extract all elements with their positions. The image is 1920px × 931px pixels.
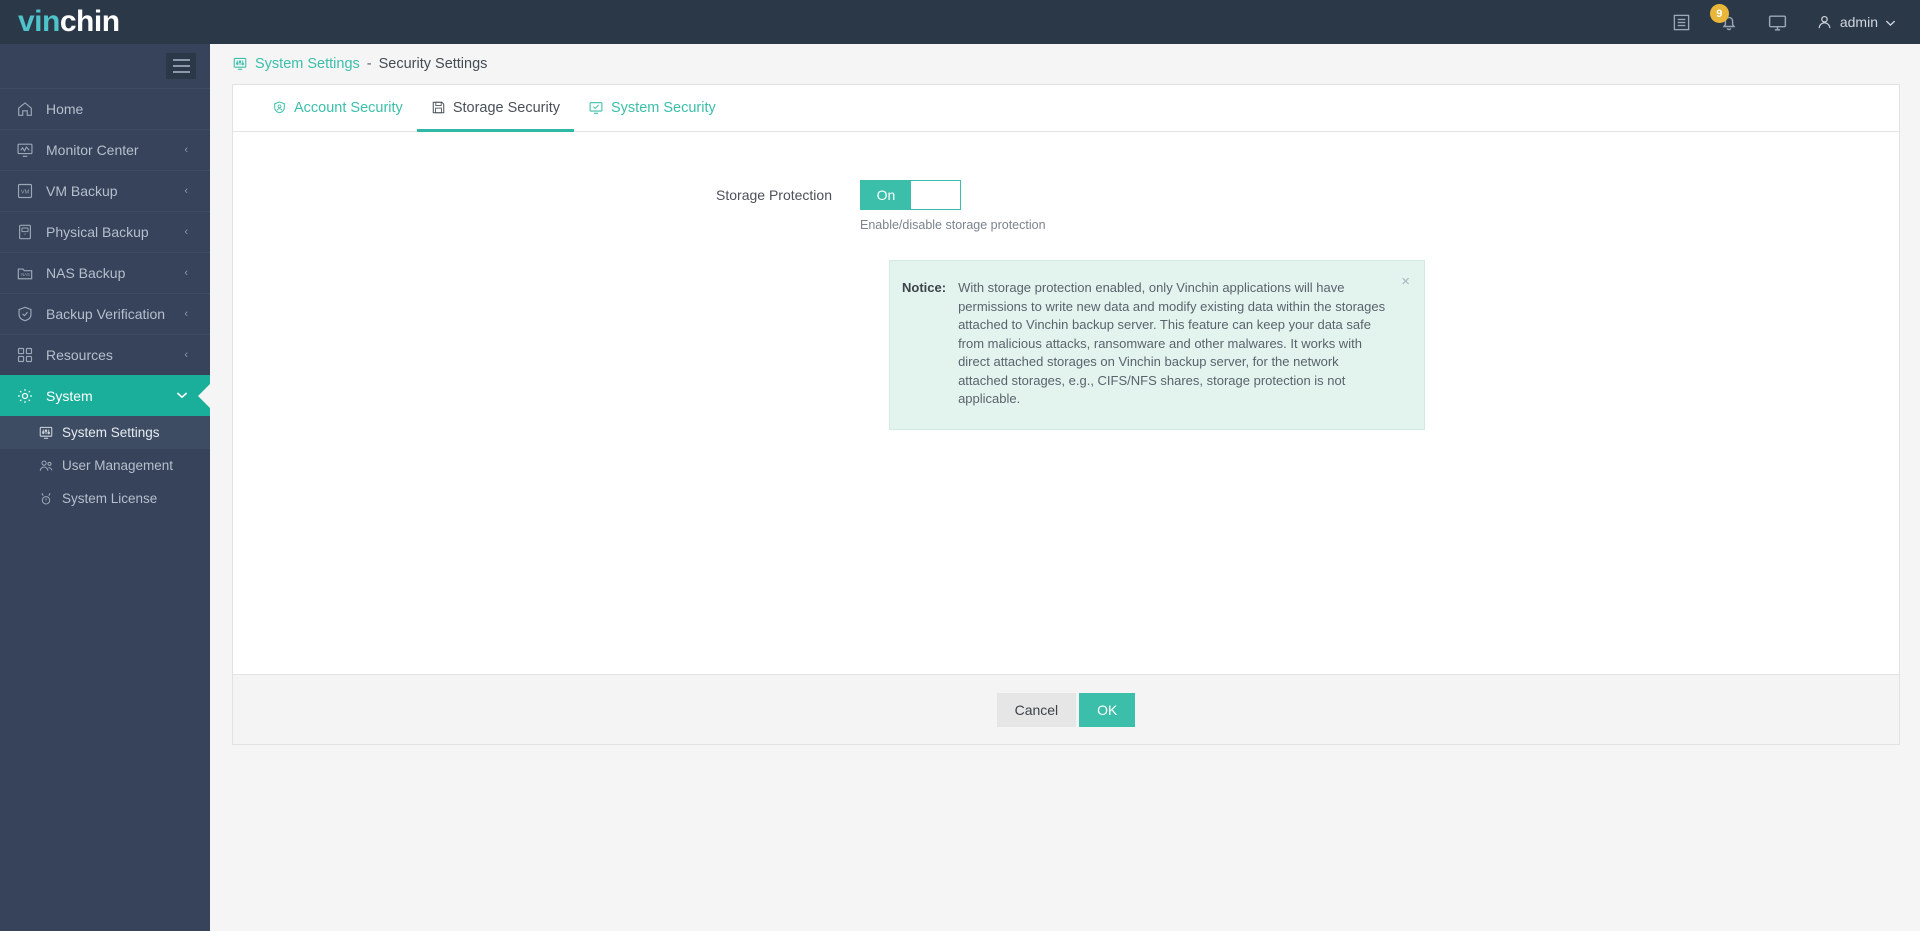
logo-text-primary: vin (18, 5, 60, 38)
tabs-bar: Account Security Storage Security System… (233, 85, 1899, 132)
svg-text:NAS: NAS (21, 272, 30, 277)
notice-box: Notice: With storage protection enabled,… (889, 260, 1425, 430)
chevron-left-icon: ‹ (184, 348, 188, 361)
sidebar-item-user-management[interactable]: User Management (0, 449, 210, 482)
chevron-left-icon: ‹ (184, 225, 188, 238)
sidebar-item-nas-backup[interactable]: NAS NAS Backup ‹ (0, 252, 210, 293)
sidebar-item-physical-backup[interactable]: Physical Backup ‹ (0, 211, 210, 252)
svg-text:VM: VM (21, 190, 30, 196)
settings-panel: Account Security Storage Security System… (232, 84, 1900, 745)
chevron-left-icon: ‹ (184, 184, 188, 197)
breadcrumb: System Settings - Security Settings (210, 44, 1920, 84)
tab-system-security[interactable]: System Security (574, 86, 730, 132)
server-icon (16, 223, 40, 241)
tab-label: System Security (611, 99, 716, 116)
nas-icon: NAS (16, 264, 40, 282)
bell-icon[interactable]: 9 (1709, 4, 1739, 32)
header-actions: 9 admin (1672, 0, 1920, 44)
main-content: System Settings - Security Settings Acco… (210, 44, 1920, 931)
sidebar: Home Monitor Center ‹ VM VM Backup ‹ Phy… (0, 0, 210, 931)
sidebar-item-label: Resources (46, 347, 113, 363)
chevron-down-icon (176, 391, 188, 402)
user-menu[interactable]: admin (1816, 14, 1896, 31)
storage-protection-toggle[interactable]: On (860, 180, 961, 210)
user-avatar-icon (1816, 14, 1833, 31)
monitor-chart-icon (16, 141, 40, 159)
sidebar-item-label: System (46, 388, 93, 404)
tab-label: Account Security (294, 99, 403, 116)
storage-protection-row: Storage Protection On Enable/disable sto… (233, 180, 1899, 232)
sidebar-subitem-label: System License (62, 491, 158, 506)
chevron-left-icon: ‹ (184, 143, 188, 156)
monitor-check-icon (588, 100, 604, 116)
sidebar-item-label: VM Backup (46, 183, 118, 199)
sidebar-item-resources[interactable]: Resources ‹ (0, 334, 210, 375)
breadcrumb-parent[interactable]: System Settings (255, 56, 360, 72)
storage-protection-toggle-wrap: On Enable/disable storage protection (860, 180, 1046, 232)
chevron-down-icon (1885, 16, 1896, 29)
users-icon (38, 458, 58, 474)
brand-logo[interactable]: vin chin (0, 0, 210, 44)
storage-protection-label: Storage Protection (716, 187, 832, 203)
sidebar-item-label: Home (46, 101, 84, 117)
panel-body: Storage Protection On Enable/disable sto… (233, 132, 1899, 674)
notice-label: Notice: (902, 280, 947, 295)
hamburger-icon[interactable] (166, 53, 196, 79)
tab-storage-security[interactable]: Storage Security (416, 86, 575, 132)
toggle-state-label: On (861, 181, 911, 209)
vm-icon: VM (16, 182, 40, 200)
shield-check-icon (16, 305, 40, 323)
gear-icon (16, 387, 40, 405)
sidebar-item-system-license[interactable]: System License (0, 482, 210, 515)
sidebar-item-backup-verification[interactable]: Backup Verification ‹ (0, 293, 210, 334)
sidebar-item-label: Backup Verification (46, 306, 166, 322)
sidebar-item-label: NAS Backup (46, 265, 126, 281)
sidebar-collapse-row (0, 44, 210, 88)
sliders-monitor-icon (38, 425, 58, 441)
sidebar-subitem-label: System Settings (62, 425, 160, 440)
sidebar-item-monitor-center[interactable]: Monitor Center ‹ (0, 129, 210, 170)
sidebar-item-vm-backup[interactable]: VM VM Backup ‹ (0, 170, 210, 211)
logo-text-secondary: chin (59, 5, 120, 38)
log-list-icon[interactable] (1672, 13, 1691, 32)
sidebar-subitem-label: User Management (62, 458, 174, 473)
sidebar-item-label: Monitor Center (46, 142, 139, 158)
monitor-icon[interactable] (1767, 12, 1788, 33)
notice-text: With storage protection enabled, only Vi… (958, 280, 1386, 406)
floppy-disk-icon (431, 100, 446, 115)
home-icon (16, 100, 40, 118)
user-shield-icon (272, 100, 287, 115)
notification-badge: 9 (1709, 4, 1729, 23)
sliders-monitor-icon (232, 56, 248, 72)
breadcrumb-current: Security Settings (378, 56, 488, 72)
sidebar-item-system[interactable]: System (0, 375, 210, 416)
sidebar-item-system-settings[interactable]: System Settings (0, 416, 210, 449)
chevron-left-icon: ‹ (184, 266, 188, 279)
tab-label: Storage Security (452, 99, 561, 116)
sidebar-item-home[interactable]: Home (0, 88, 210, 129)
ok-button[interactable]: OK (1079, 692, 1136, 727)
cancel-button[interactable]: Cancel (996, 692, 1077, 727)
chevron-left-icon: ‹ (184, 307, 188, 320)
user-name-label: admin (1839, 14, 1878, 30)
grid-icon (16, 346, 40, 364)
panel-footer: Cancel OK (233, 674, 1899, 744)
sidebar-item-label: Physical Backup (46, 224, 149, 240)
breadcrumb-separator: - (366, 56, 372, 72)
storage-protection-help-text: Enable/disable storage protection (860, 218, 1046, 232)
toggle-knob (911, 181, 960, 209)
top-header: vin chin 9 admin (0, 0, 1920, 44)
tab-account-security[interactable]: Account Security (258, 86, 417, 132)
close-icon[interactable]: × (1401, 274, 1410, 289)
license-icon (38, 491, 58, 507)
